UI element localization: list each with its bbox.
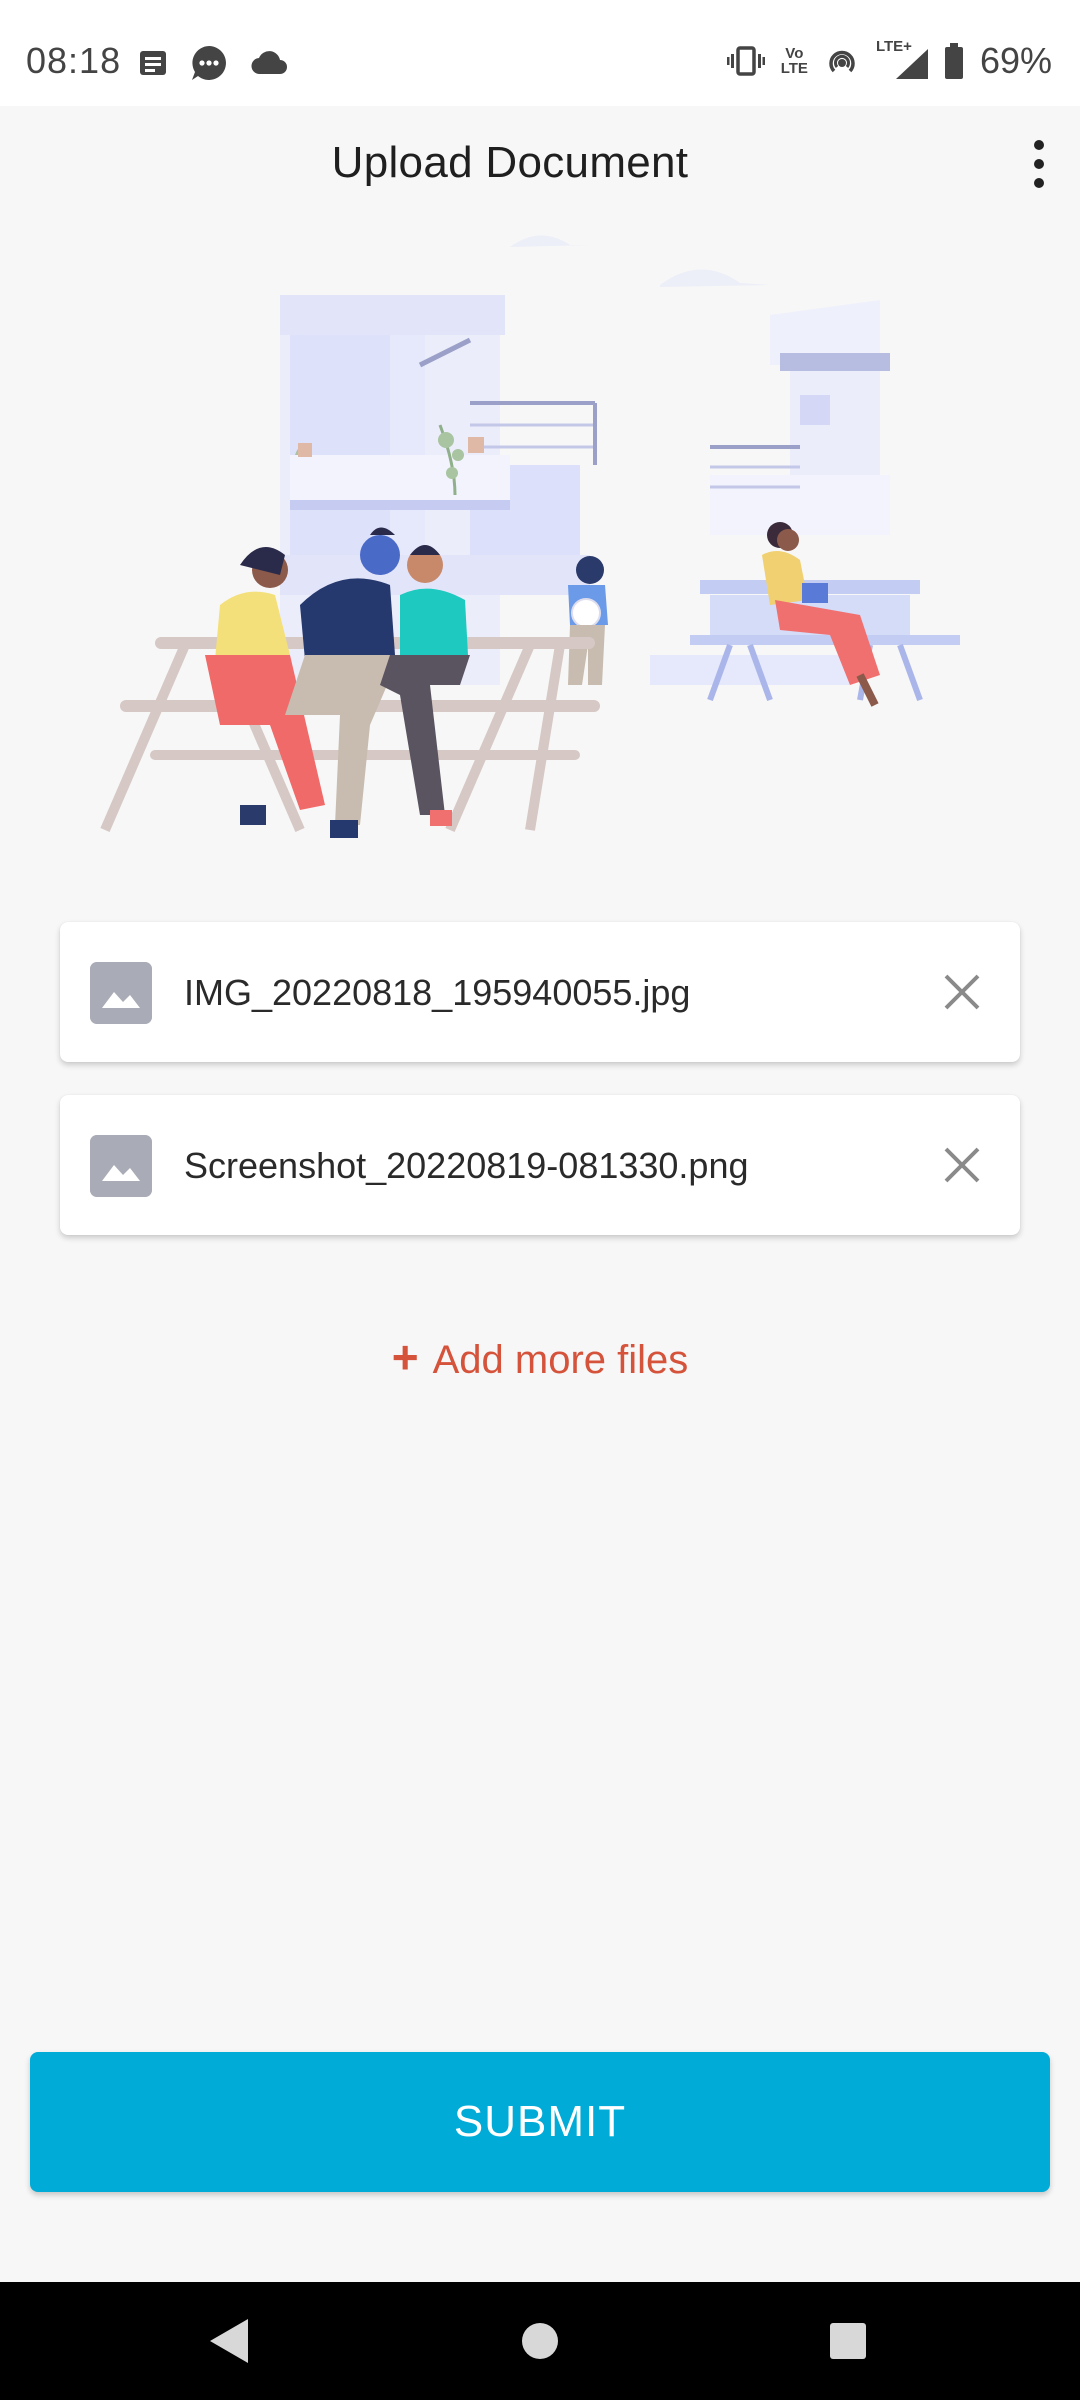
image-icon	[90, 962, 152, 1024]
hotspot-icon	[829, 50, 855, 73]
submit-button[interactable]: SUBMIT	[30, 2052, 1050, 2192]
close-icon[interactable]	[936, 966, 988, 1018]
signal-icon: LTE+	[876, 39, 928, 79]
image-icon	[90, 1135, 152, 1197]
status-bar: 08:18 Vo LTE LTE+ 69%	[0, 0, 1080, 106]
plus-icon: +	[391, 1331, 419, 1383]
volte-icon: Vo LTE	[780, 45, 808, 77]
file-name: IMG_20220818_195940055.jpg	[184, 972, 691, 1013]
chat-bubble-icon	[192, 46, 226, 80]
app-bar: Upload Document	[0, 106, 1080, 226]
notification-icons	[138, 44, 288, 82]
add-more-files-link[interactable]: + Add more files	[0, 1330, 1080, 1384]
page-title: Upload Document	[331, 138, 689, 187]
file-name: Screenshot_20220819-081330.png	[184, 1145, 749, 1186]
vibrate-icon	[726, 46, 765, 76]
battery-percentage: 69%	[979, 40, 1052, 81]
system-icons: Vo LTE LTE+ 69%	[726, 39, 1052, 82]
home-icon[interactable]	[470, 2282, 610, 2400]
notes-icon	[140, 51, 166, 75]
upload-document-screen: 08:18 Vo LTE LTE+ 69% Upload Document IM…	[0, 0, 1080, 2400]
cloud-icon	[251, 51, 287, 75]
more-vert-icon[interactable]	[1024, 140, 1054, 200]
add-more-label: Add more files	[432, 1338, 689, 1382]
navigation-bar	[0, 2282, 1080, 2400]
file-item[interactable]: IMG_20220818_195940055.jpg	[60, 922, 1020, 1062]
battery-icon	[944, 43, 963, 79]
status-time: 08:18	[26, 40, 122, 81]
close-icon[interactable]	[936, 1139, 988, 1191]
recents-icon[interactable]	[778, 2282, 918, 2400]
back-icon[interactable]	[160, 2282, 300, 2400]
people-at-picnic-illustration	[100, 235, 960, 838]
file-item[interactable]: Screenshot_20220819-081330.png	[60, 1095, 1020, 1235]
